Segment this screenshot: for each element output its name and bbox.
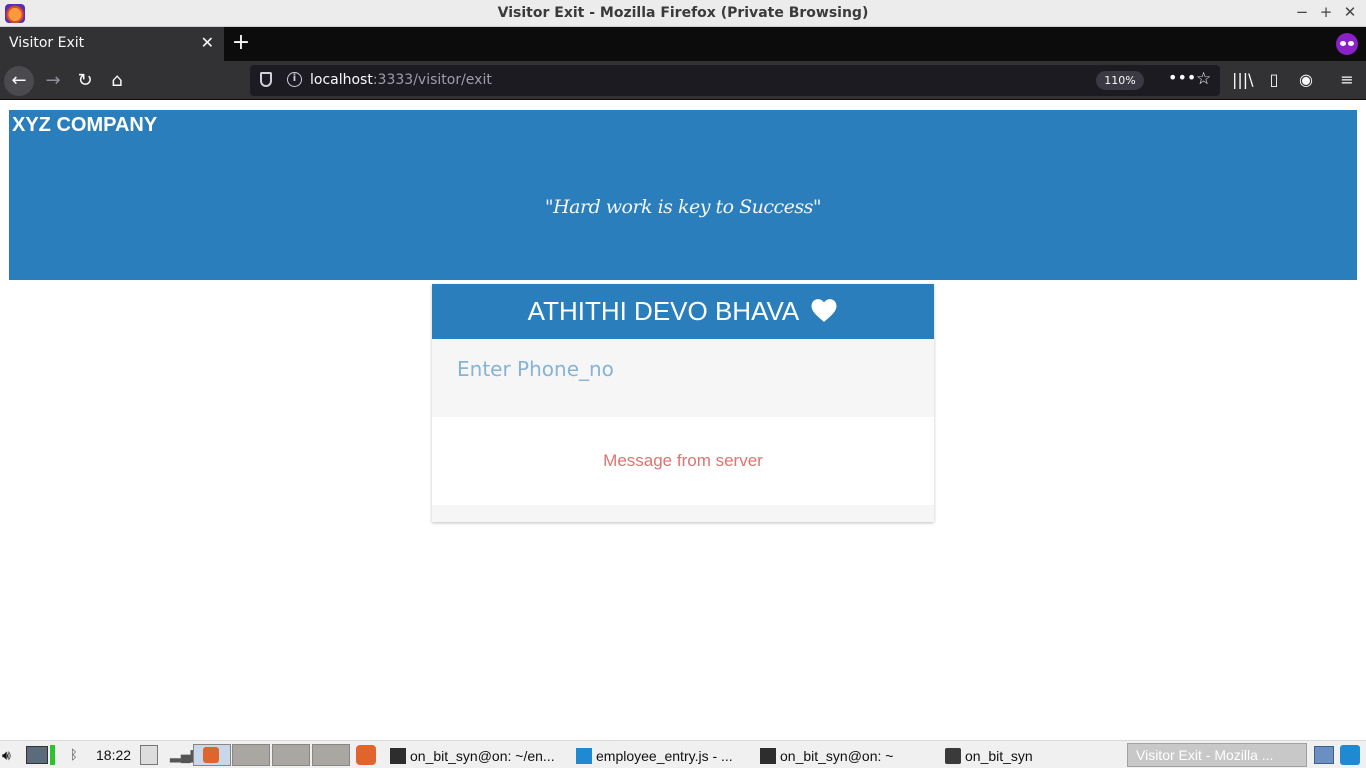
page-actions-more-icon[interactable]: ••• [1168,68,1196,87]
firefox-workspace-icon [203,747,219,763]
volume-icon[interactable]: 🔊︎ [2,747,11,767]
card-header: ATHITHI DEVO BHAVA [432,284,934,339]
close-window-button[interactable]: ✕ [1342,3,1358,21]
message-area: Message from server [432,417,934,505]
library-icon[interactable]: |||\ [1232,70,1254,89]
minimize-button[interactable]: − [1294,3,1310,21]
task-label: on_bit_syn@on: ~/en... [410,748,555,764]
cpu-meter-icon [50,745,55,765]
bookmark-star-icon[interactable]: ☆ [1196,69,1211,89]
task-label: Visitor Exit - Mozilla ... [1136,747,1274,763]
workspace-3[interactable] [272,744,310,766]
task-label: on_bit_syn [965,748,1033,764]
web-page: XYZ COMPANY "Hard work is key to Success… [0,101,1366,740]
taskbar-task-vscode[interactable]: employee_entry.js - ... [576,746,733,766]
window-titlebar: Visitor Exit - Mozilla Firefox (Private … [0,0,1366,27]
banner-quote: "Hard work is key to Success" [544,196,822,218]
url-path: :3333/visitor/exit [372,72,492,88]
folder-icon [945,748,961,764]
vscode-icon [576,748,592,764]
site-info-icon[interactable]: i [287,72,302,87]
bluetooth-icon[interactable]: ᛒ [70,747,78,767]
battery-icon[interactable] [140,745,158,765]
company-name: XYZ COMPANY [12,114,158,136]
url-text[interactable]: localhost:3333/visitor/exit [310,72,492,88]
new-tab-button[interactable]: + [231,30,251,55]
tab-close-icon[interactable]: ✕ [201,33,214,52]
terminal-icon [390,748,406,764]
workspace-4[interactable] [312,744,350,766]
tab-visitor-exit[interactable]: Visitor Exit ✕ [0,27,224,61]
home-button[interactable]: ⌂ [102,66,132,96]
sidebar-icon[interactable]: ▯ [1264,70,1284,89]
private-browsing-icon [1336,33,1358,55]
clock[interactable]: 18:22 [96,747,131,763]
taskbar-task-terminal-2[interactable]: on_bit_syn@on: ~ [760,746,893,766]
forward-button[interactable]: → [38,66,68,96]
monitor-icon[interactable] [26,746,48,764]
back-button[interactable]: ← [4,66,34,96]
firefox-launcher-icon[interactable] [356,745,376,765]
workspace-2[interactable] [232,744,270,766]
account-icon[interactable]: ◉ [1296,70,1316,89]
window-title: Visitor Exit - Mozilla Firefox (Private … [497,5,869,21]
vscode-tray-icon[interactable] [1340,745,1360,765]
company-banner: XYZ COMPANY "Hard work is key to Success… [9,110,1357,280]
task-label: on_bit_syn@on: ~ [780,748,894,764]
tab-strip: Visitor Exit ✕ + [0,27,1366,61]
taskbar-task-files[interactable]: on_bit_syn [945,746,1033,766]
navigation-toolbar: ← → ↻ ⌂ i localhost:3333/visitor/exit 11… [0,61,1366,100]
server-message: Message from server [603,451,763,470]
reload-button[interactable]: ↻ [70,66,100,96]
hamburger-menu-icon[interactable]: ≡ [1337,70,1357,89]
url-bar[interactable]: i localhost:3333/visitor/exit 110% ••• ☆ [250,65,1220,96]
maximize-button[interactable]: + [1318,3,1334,21]
phone-number-input[interactable] [448,350,918,388]
visitor-exit-card: ATHITHI DEVO BHAVA Message from server [432,284,934,522]
task-label: employee_entry.js - ... [596,748,733,764]
taskbar-task-firefox-active[interactable]: Visitor Exit - Mozilla ... [1127,743,1307,767]
heart-icon [810,298,838,327]
tracking-protection-shield-icon[interactable] [260,72,272,87]
terminal-icon [760,748,776,764]
zoom-level-badge[interactable]: 110% [1096,71,1144,90]
file-manager-tray-icon[interactable] [1314,746,1334,764]
taskbar-task-terminal-1[interactable]: on_bit_syn@on: ~/en... [390,746,555,766]
desktop-taskbar: 🔊︎ ᛒ 18:22 ▂▄▆ on_bit_syn@on: ~/en... em… [0,740,1366,768]
url-host: localhost [310,72,373,88]
card-title: ATHITHI DEVO BHAVA [527,296,800,326]
tab-label: Visitor Exit [9,35,85,51]
